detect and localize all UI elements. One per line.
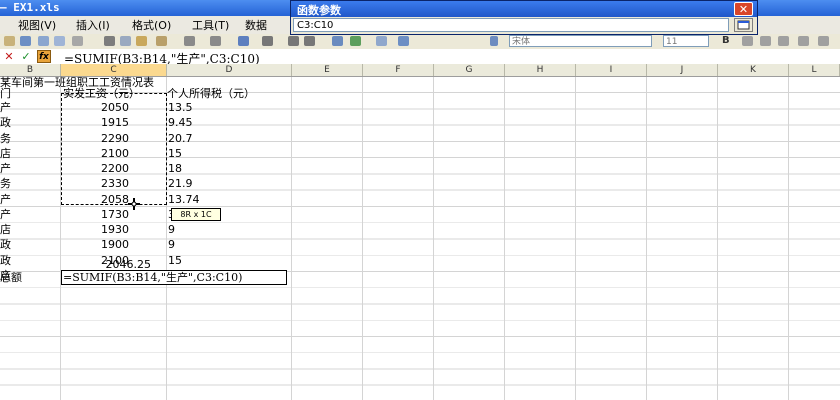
menu-format[interactable]: 格式(O) [132,17,171,33]
cross-cursor-icon [128,198,140,210]
dept-cell[interactable]: 务 [0,176,11,191]
copy-marquee-selection [61,93,167,205]
hyperlink-icon[interactable] [238,36,249,46]
dialog-title: 函数参数 [297,4,341,17]
tax-cell[interactable]: 15 [168,253,182,268]
menu-view[interactable]: 视图(V) [18,17,56,33]
toolbar: 宋体 11 B [0,34,840,50]
salary-cell[interactable]: 1930 [63,222,129,237]
dept-cell[interactable]: 政 [0,253,11,268]
column-header-k[interactable]: K [718,64,789,76]
drawing-icon[interactable] [350,36,361,46]
salary-cell[interactable]: 1900 [63,237,129,252]
format-painter-icon[interactable] [156,36,167,46]
column-header-d[interactable]: D [167,64,292,76]
grid-line [717,77,718,400]
column-header-l[interactable]: L [789,64,840,76]
grid-line [433,77,434,400]
dialog-range-input[interactable]: C3:C10 [293,18,729,32]
column-header-j[interactable]: J [647,64,718,76]
selection-size-tooltip: 8R x 1C [171,208,221,221]
dept-cell[interactable]: 政 [0,237,11,252]
column-header-e[interactable]: E [292,64,363,76]
menu-tools[interactable]: 工具(T) [192,17,229,33]
dialog-close-button[interactable]: ✕ [734,2,753,16]
function-arguments-dialog: 函数参数 ✕ C3:C10 [290,0,758,35]
justify-icon[interactable] [818,36,829,46]
active-cell-editor[interactable]: =SUMIF(B3:B14,"生产",C3:C10) [61,270,287,285]
tax-cell[interactable]: 9 [168,222,175,237]
tax-cell[interactable]: 13.5 [168,100,193,115]
dept-cell[interactable]: 店 [0,222,11,237]
align-left-icon[interactable] [742,36,753,46]
toolbar-options-icon[interactable] [490,36,498,46]
dialog-expand-button[interactable] [734,18,753,32]
dept-header-cell[interactable]: 门 [0,86,11,101]
align-center-icon[interactable] [760,36,771,46]
salary-cell[interactable]: 1730 [63,207,129,222]
print-icon[interactable] [38,36,49,46]
spell-icon[interactable] [72,36,83,46]
cancel-icon[interactable]: ✕ [2,50,16,63]
tax-cell[interactable]: 21.9 [168,176,193,191]
tax-cell[interactable]: 18 [168,161,182,176]
align-right-icon[interactable] [778,36,789,46]
dept-cell[interactable]: 产 [0,100,11,115]
menu-insert[interactable]: 插入(I) [76,17,110,33]
bold-button[interactable]: B [722,35,730,46]
menu-data[interactable]: 数据 [245,17,267,33]
dept-cell[interactable]: 店 [0,146,11,161]
dept-cell[interactable]: 产 [0,207,11,222]
copy-icon[interactable] [120,36,131,46]
tax-cell[interactable]: 13.74 [168,192,200,207]
dept-cell[interactable]: 政 [0,115,11,130]
sort-desc-icon[interactable] [304,36,315,46]
redo-icon[interactable] [210,36,221,46]
window-title: — EX1.xls [0,1,60,14]
undo-icon[interactable] [184,36,195,46]
help-icon[interactable] [398,36,409,46]
chart-icon[interactable] [332,36,343,46]
grid-line [362,77,363,400]
grid-line [575,77,576,400]
zoom-icon[interactable] [376,36,387,46]
insert-function-icon[interactable]: fx [37,50,51,63]
grid-line [788,77,789,400]
dept-cell[interactable]: 产 [0,192,11,207]
tax-cell[interactable]: 20.7 [168,131,193,146]
column-header-f[interactable]: F [363,64,434,76]
cut-icon[interactable] [104,36,115,46]
dept-cell[interactable]: 产 [0,161,11,176]
dialog-title-bar[interactable]: 函数参数 ✕ [291,1,757,17]
preview-icon[interactable] [54,36,65,46]
dept-cell[interactable]: 务 [0,131,11,146]
sort-asc-icon[interactable] [288,36,299,46]
tax-cell[interactable]: 9 [168,237,175,252]
enter-icon[interactable]: ✓ [19,50,33,63]
autosum-icon[interactable] [262,36,273,46]
merge-center-icon[interactable] [798,36,809,46]
tax-header-cell[interactable]: 个人所得税（元） [167,86,255,101]
font-size-select[interactable]: 11 [663,35,709,47]
expand-dialog-icon [737,20,750,30]
tax-cell[interactable]: 15 [168,146,182,161]
grid-line [504,77,505,400]
total-label-cell[interactable]: 总额 [0,270,22,285]
font-name-select[interactable]: 宋体 [509,35,652,47]
grid-line [291,77,292,400]
grid-line [646,77,647,400]
column-header-i[interactable]: I [576,64,647,76]
open-icon[interactable] [4,36,15,46]
paste-icon[interactable] [136,36,147,46]
tax-cell[interactable]: 9.45 [168,115,193,130]
column-header-g[interactable]: G [434,64,505,76]
save-icon[interactable] [20,36,31,46]
column-header-h[interactable]: H [505,64,576,76]
